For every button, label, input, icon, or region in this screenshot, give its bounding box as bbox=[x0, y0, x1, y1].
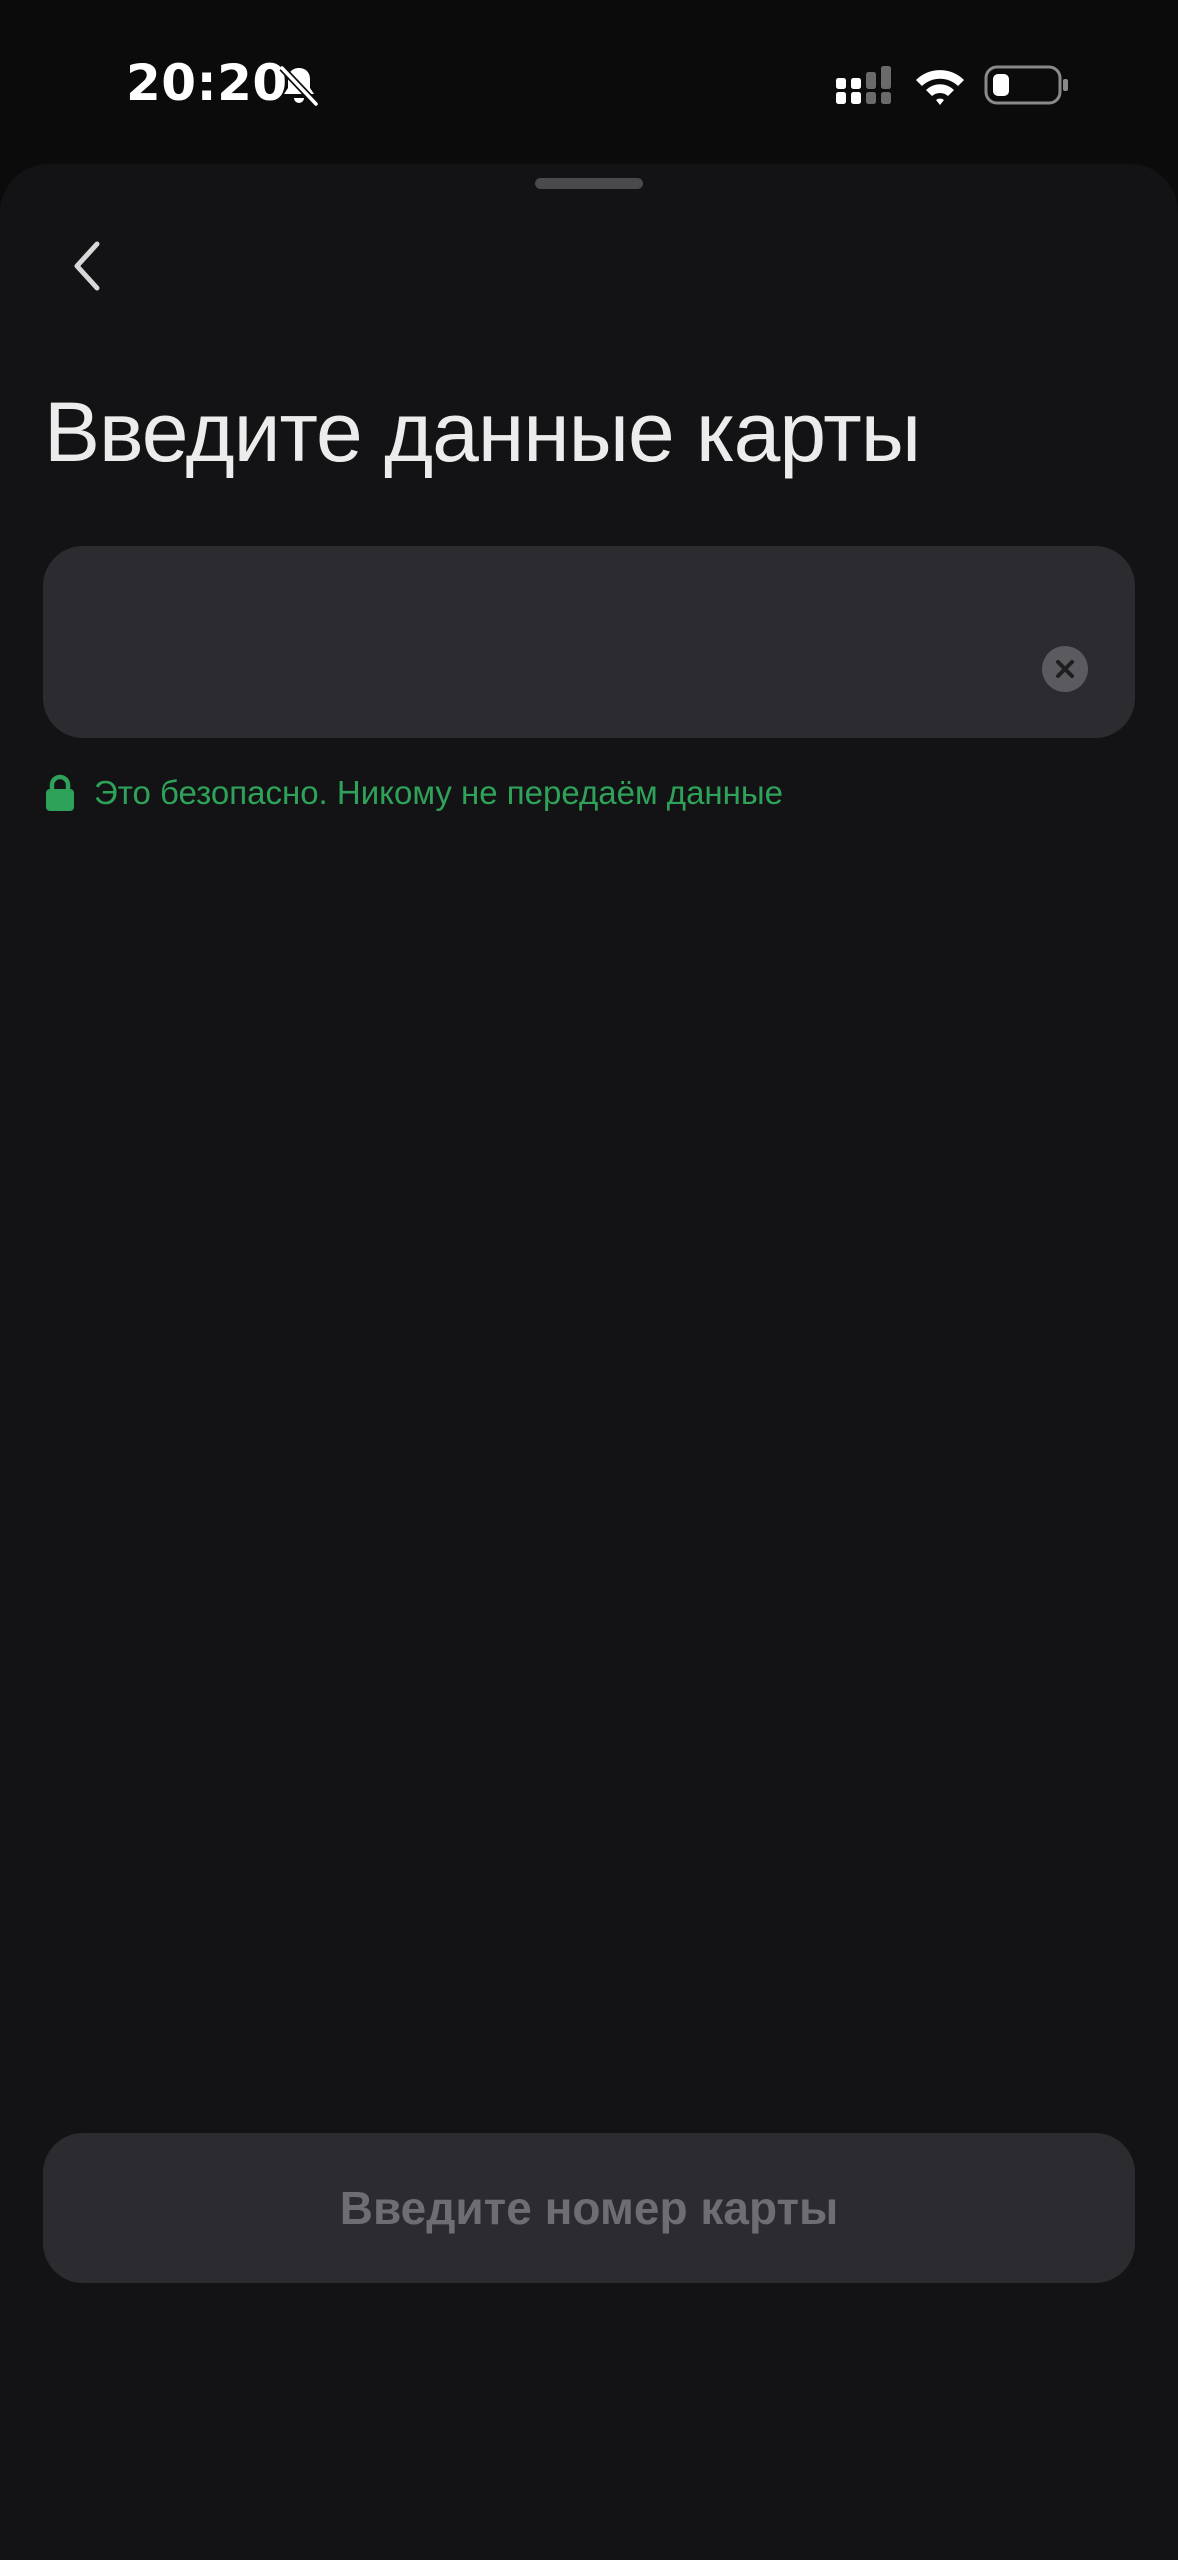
submit-button[interactable]: Введите номер карты bbox=[43, 2133, 1135, 2283]
screen: 20:20 Введите данные карты Это безопасно… bbox=[0, 0, 1178, 2560]
bell-slash-icon bbox=[279, 65, 319, 107]
submit-button-label: Введите номер карты bbox=[339, 2182, 839, 2234]
card-number-field[interactable] bbox=[43, 546, 1135, 738]
chevron-left-icon bbox=[74, 241, 100, 291]
card-number-input[interactable] bbox=[83, 636, 1027, 708]
secure-note: Это безопасно. Никому не передаём данные bbox=[44, 774, 783, 812]
page-title: Введите данные карты bbox=[44, 385, 921, 479]
secure-note-text: Это безопасно. Никому не передаём данные bbox=[94, 774, 783, 811]
battery-icon bbox=[984, 65, 1068, 105]
wifi-icon bbox=[916, 70, 964, 105]
sheet-grabber[interactable] bbox=[535, 178, 643, 189]
bottom-sheet: Введите данные карты Это безопасно. Нико… bbox=[0, 164, 1178, 2560]
lock-icon bbox=[46, 774, 74, 811]
status-time: 20:20 bbox=[126, 54, 288, 112]
status-bar: 20:20 bbox=[0, 0, 1178, 160]
clear-icon bbox=[1056, 660, 1074, 678]
back-button[interactable] bbox=[52, 226, 122, 306]
clear-button[interactable] bbox=[1042, 646, 1088, 692]
signal-icon bbox=[836, 66, 891, 104]
